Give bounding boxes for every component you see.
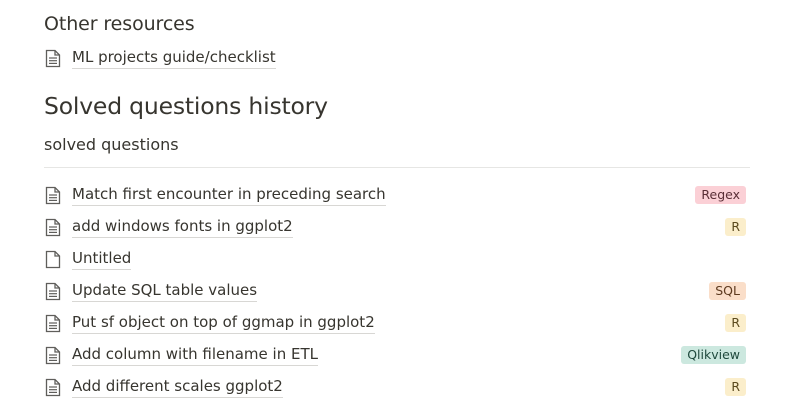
language-tag: SQL xyxy=(709,282,746,300)
language-tag: R xyxy=(725,378,746,396)
list-item[interactable]: Update SQL table values SQL xyxy=(44,275,750,307)
language-tag: Qlikview xyxy=(681,346,746,364)
page-text-icon xyxy=(44,185,62,205)
list-item-title-group: Match first encounter in preceding searc… xyxy=(44,185,386,206)
resource-link-label[interactable]: ML projects guide/checklist xyxy=(72,48,276,69)
page-text-icon xyxy=(44,48,62,68)
list-item-title[interactable]: Update SQL table values xyxy=(72,281,258,302)
page-text-icon xyxy=(44,313,62,333)
list-item[interactable]: Match first encounter in preceding searc… xyxy=(44,179,750,211)
page-text-icon xyxy=(44,281,62,301)
notion-page: Other resources ML projects guide/checkl… xyxy=(0,0,809,407)
list-item[interactable]: Add column with filename in ETL Qlikview xyxy=(44,339,750,371)
list-item-title[interactable]: Add different scales ggplot2 xyxy=(72,377,283,398)
list-item-title[interactable]: Untitled xyxy=(72,249,132,270)
page-text-icon xyxy=(44,377,62,397)
list-item-title-group: add windows fonts in ggplot2 xyxy=(44,217,293,238)
list-item-title[interactable]: Add column with filename in ETL xyxy=(72,345,318,366)
language-tag: R xyxy=(725,218,746,236)
list-item[interactable]: Put sf object on top of ggmap in ggplot2… xyxy=(44,307,750,339)
list-item-title[interactable]: Put sf object on top of ggmap in ggplot2 xyxy=(72,313,375,334)
resource-link-ml-projects-guide[interactable]: ML projects guide/checklist xyxy=(44,46,276,70)
list-item-title-group: Update SQL table values xyxy=(44,281,258,302)
list-item-title-group: Untitled xyxy=(44,249,132,270)
other-resources-heading: Other resources xyxy=(44,13,195,35)
list-item[interactable]: Add different scales ggplot2 R xyxy=(44,371,750,403)
database-title[interactable]: solved questions xyxy=(44,135,179,154)
list-item[interactable]: add windows fonts in ggplot2 R xyxy=(44,211,750,243)
list-item-title-group: Put sf object on top of ggmap in ggplot2 xyxy=(44,313,375,334)
list-item-title[interactable]: Match first encounter in preceding searc… xyxy=(72,185,386,206)
solved-questions-list: Match first encounter in preceding searc… xyxy=(44,179,750,403)
language-tag: Regex xyxy=(695,186,746,204)
language-tag: R xyxy=(725,314,746,332)
list-item-title-group: Add different scales ggplot2 xyxy=(44,377,283,398)
page-text-icon xyxy=(44,345,62,365)
database-divider xyxy=(44,167,750,168)
page-text-icon xyxy=(44,217,62,237)
list-item-title[interactable]: add windows fonts in ggplot2 xyxy=(72,217,293,238)
partial-list-item xyxy=(44,402,64,407)
list-item-title-group: Add column with filename in ETL xyxy=(44,345,318,366)
solved-questions-heading: Solved questions history xyxy=(44,92,328,120)
list-item[interactable]: Untitled xyxy=(44,243,750,275)
page-empty-icon xyxy=(44,249,62,269)
